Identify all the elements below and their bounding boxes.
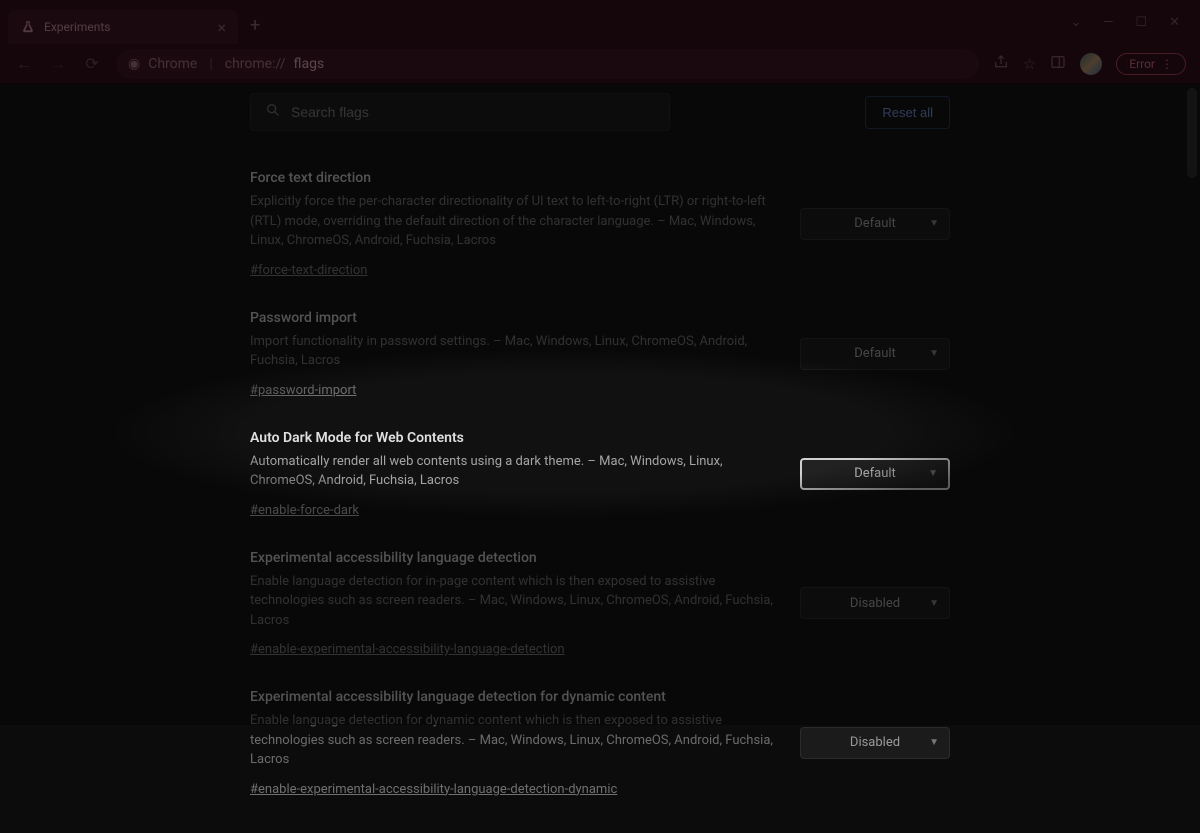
flag-row: Experimental accessibility language dete… [250,534,950,674]
flags-list: Force text direction Explicitly force th… [0,140,1200,833]
tab-search-icon[interactable]: ⌄ [1070,15,1081,30]
url-prefix: Chrome [148,56,197,72]
flag-title: Experimental accessibility language dete… [250,550,780,566]
flag-title: Experimental accessibility language dete… [250,689,780,705]
url-path: flags [294,56,325,72]
flag-select-wrap: Default ▼ [800,310,950,398]
search-box[interactable] [250,93,670,131]
scrollbar-thumb[interactable] [1187,88,1197,178]
chevron-down-icon: ▼ [929,737,939,748]
reset-all-button[interactable]: Reset all [865,96,950,129]
flag-description: Enable language detection for dynamic co… [250,711,780,770]
flag-anchor-link[interactable]: #enable-force-dark [250,503,359,518]
flag-text: Experimental accessibility language dete… [250,689,780,797]
back-button[interactable]: ← [14,54,34,74]
flag-select-value: Disabled [850,735,900,750]
flag-select-value: Disabled [850,596,900,611]
browser-tab[interactable]: Experiments × [8,10,238,44]
flag-title: Force text direction [250,170,780,186]
profile-avatar[interactable] [1080,53,1102,75]
error-button[interactable]: Error ⋮ [1116,53,1186,75]
url-scheme: chrome:// [225,56,286,72]
share-icon[interactable] [993,54,1009,74]
flag-select[interactable]: Disabled ▼ [800,587,950,619]
flag-select-value: Default [854,466,896,481]
close-tab-icon[interactable]: × [217,18,226,37]
flag-select-wrap: Disabled ▼ [800,689,950,797]
search-input[interactable] [291,104,655,120]
page-content: Reset all Force text direction Explicitl… [0,84,1200,725]
sidepanel-icon[interactable] [1050,54,1066,74]
toolbar-actions: ☆ Error ⋮ [993,53,1186,75]
maximize-button[interactable]: ☐ [1135,15,1147,30]
window-controls: ⌄ — ☐ ✕ [1070,15,1192,30]
tab-title: Experiments [44,20,209,34]
reload-button[interactable]: ⟳ [82,54,102,73]
chevron-down-icon: ▼ [929,598,939,609]
flag-description: Explicitly force the per-character direc… [250,192,780,251]
flag-row: Auto Dark Mode for Web Contents Automati… [250,414,950,534]
flag-select-wrap: Default ▼ [800,430,950,518]
flag-title: Auto Dark Mode for Web Contents [250,430,780,446]
chevron-down-icon: ▼ [929,348,939,359]
address-bar[interactable]: ◉ Chrome | chrome://flags [116,49,979,79]
flag-anchor-link[interactable]: #enable-experimental-accessibility-langu… [250,782,617,797]
minimize-button[interactable]: — [1103,15,1113,30]
menu-icon: ⋮ [1161,57,1173,71]
flag-anchor-link[interactable]: #force-text-direction [250,263,367,278]
bookmark-icon[interactable]: ☆ [1023,55,1036,73]
close-window-button[interactable]: ✕ [1169,15,1180,30]
flag-anchor-link[interactable]: #password-import [250,383,356,398]
site-info-icon[interactable]: ◉ [128,56,140,72]
flag-select[interactable]: Default ▼ [800,208,950,240]
search-icon [265,102,281,122]
flag-anchor-link[interactable]: #enable-experimental-accessibility-langu… [250,642,565,657]
flag-select-value: Default [854,346,896,361]
flag-title: Password import [250,310,780,326]
chevron-down-icon: ▼ [928,468,938,479]
flag-row: Force text direction Explicitly force th… [250,154,950,294]
flag-select-wrap: Disabled ▼ [800,550,950,658]
flask-icon [20,19,36,35]
flag-row: Password import Import functionality in … [250,294,950,414]
flag-text: Force text direction Explicitly force th… [250,170,780,278]
flag-select[interactable]: Disabled ▼ [800,727,950,759]
flag-description: Enable language detection for in-page co… [250,572,780,631]
forward-button[interactable]: → [48,54,68,74]
new-tab-button[interactable]: + [250,15,260,36]
flag-text: Password import Import functionality in … [250,310,780,398]
chevron-down-icon: ▼ [929,218,939,229]
flag-select[interactable]: Default ▼ [800,458,950,490]
flags-header: Reset all [0,84,1200,140]
flag-select-value: Default [854,216,896,231]
flag-select[interactable]: Default ▼ [800,338,950,370]
flag-row: Experimental accessibility language dete… [250,673,950,813]
flag-description: Automatically render all web contents us… [250,452,780,491]
flag-description: Import functionality in password setting… [250,332,780,371]
flag-text: Auto Dark Mode for Web Contents Automati… [250,430,780,518]
titlebar: Experiments × + ⌄ — ☐ ✕ [0,0,1200,44]
toolbar: ← → ⟳ ◉ Chrome | chrome://flags ☆ Error … [0,44,1200,84]
flag-text: Experimental accessibility language dete… [250,550,780,658]
flag-select-wrap: Default ▼ [800,170,950,278]
scrollbar[interactable] [1187,84,1199,725]
